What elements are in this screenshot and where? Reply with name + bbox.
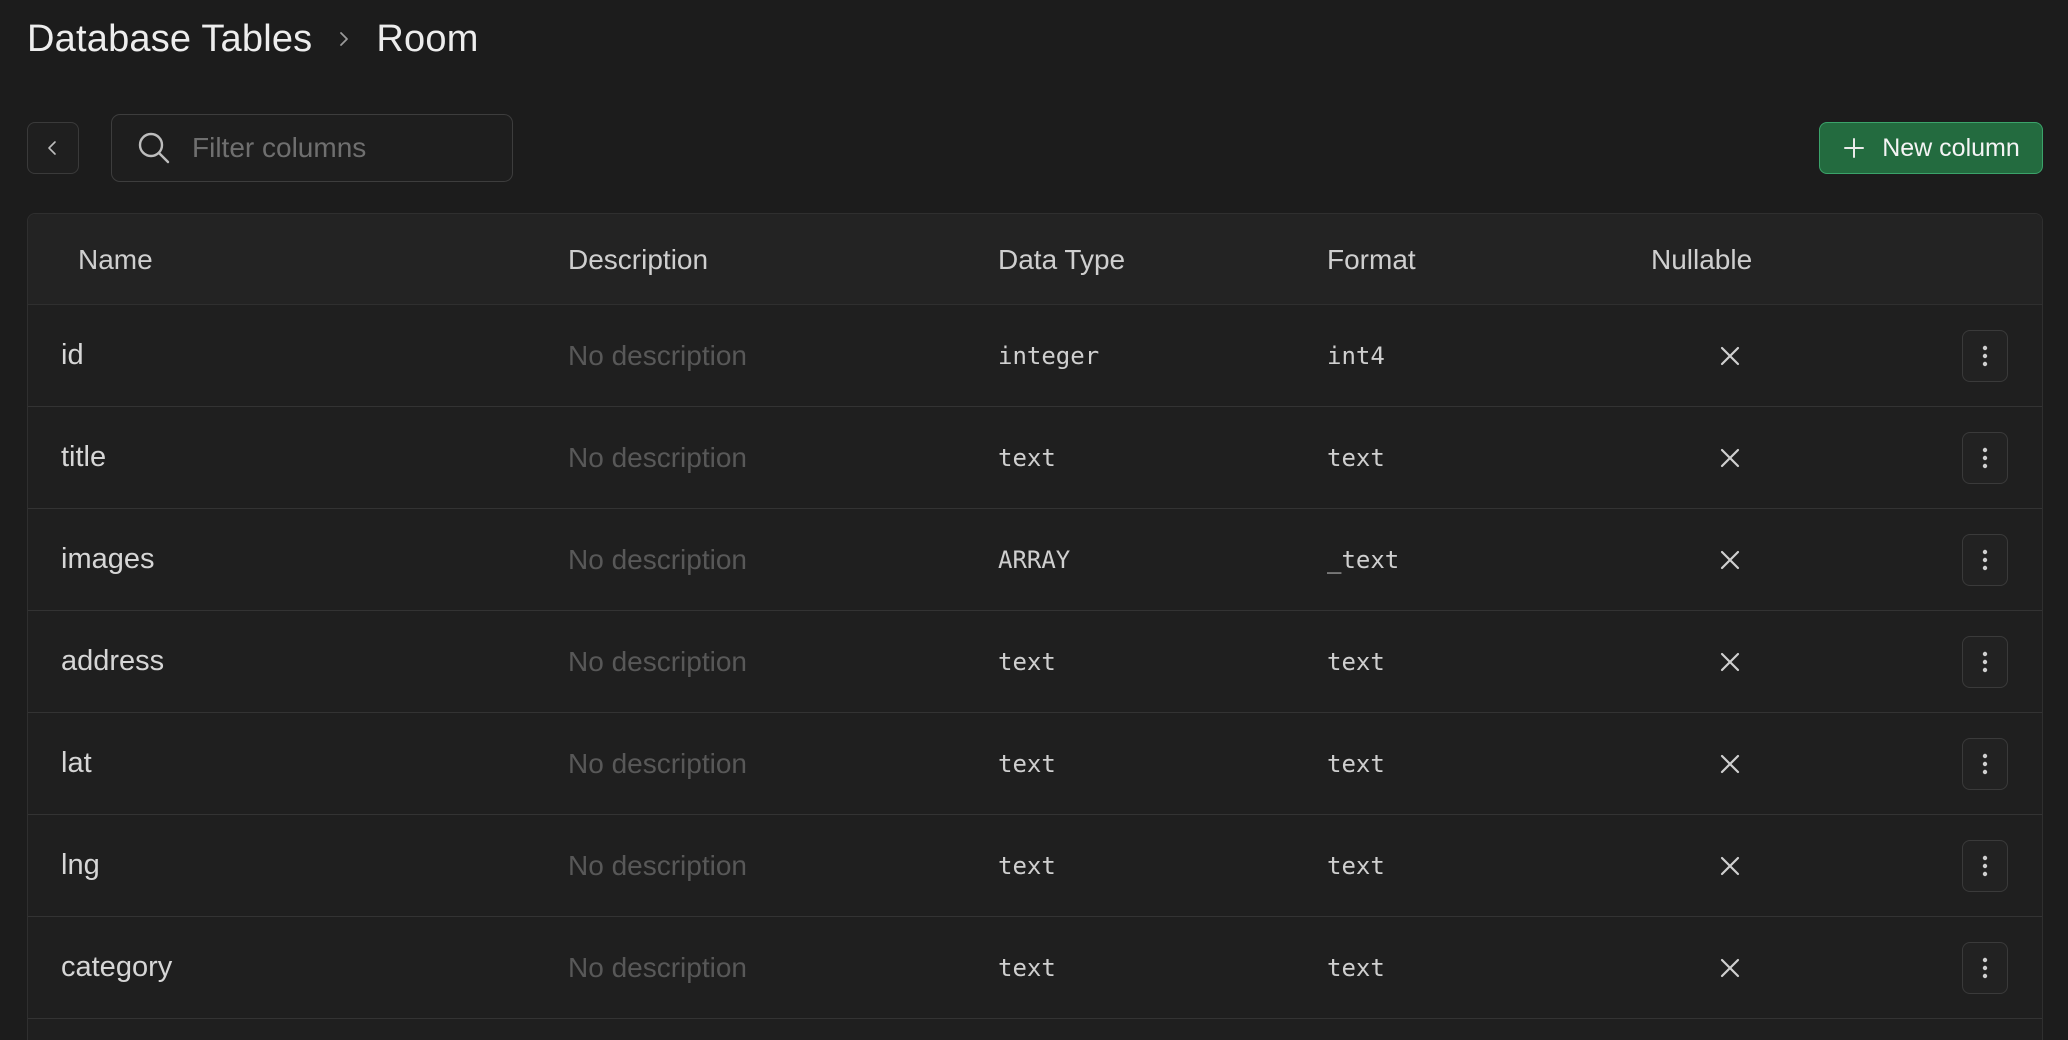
x-icon	[1690, 407, 1770, 508]
table-row[interactable]: category No description text text	[28, 917, 2042, 1019]
table-row[interactable]: title No description text text	[28, 407, 2042, 509]
filter-columns-input[interactable]	[192, 132, 492, 164]
row-actions-button[interactable]	[1962, 329, 2008, 382]
row-actions-button[interactable]	[1962, 941, 2008, 994]
row-actions-button[interactable]	[1962, 839, 2008, 892]
column-data-type: text	[998, 749, 1056, 778]
plus-icon	[1842, 136, 1866, 160]
more-vertical-icon	[1982, 957, 1988, 978]
column-description: No description	[568, 543, 747, 575]
column-name: id	[61, 339, 84, 371]
column-name: category	[61, 951, 173, 983]
back-button[interactable]	[27, 122, 79, 174]
chevron-left-icon	[44, 139, 62, 157]
x-icon	[1690, 509, 1770, 610]
column-data-type: text	[998, 953, 1056, 982]
column-description: No description	[568, 849, 747, 881]
column-data-type: text	[998, 647, 1056, 676]
more-vertical-icon	[1982, 651, 1988, 672]
new-column-button[interactable]: New column	[1819, 122, 2043, 174]
column-data-type: ARRAY	[998, 545, 1071, 574]
column-format: text	[1327, 851, 1385, 880]
row-actions-button[interactable]	[1962, 533, 2008, 586]
column-description: No description	[568, 339, 747, 371]
header-nullable: Nullable	[1651, 243, 1753, 275]
column-data-type: text	[998, 851, 1056, 880]
table-row[interactable]: id No description integer int4	[28, 305, 2042, 407]
column-format: text	[1327, 443, 1385, 472]
row-actions-button[interactable]	[1962, 635, 2008, 688]
x-icon	[1690, 305, 1770, 406]
column-name: title	[61, 441, 107, 473]
header-description: Description	[568, 243, 709, 275]
columns-table: Name Description Data Type Format Nullab…	[27, 213, 2043, 1040]
more-vertical-icon	[1982, 753, 1988, 774]
header-format: Format	[1327, 243, 1416, 275]
breadcrumb-database-tables[interactable]: Database Tables	[27, 18, 312, 61]
header-name: Name	[78, 243, 153, 275]
column-name: address	[61, 645, 165, 677]
filter-columns-field[interactable]	[111, 114, 513, 182]
table-header: Name Description Data Type Format Nullab…	[28, 214, 2042, 305]
more-vertical-icon	[1982, 549, 1988, 570]
table-columns-page: Database Tables Room New column Name Des…	[0, 0, 2068, 1040]
more-vertical-icon	[1982, 345, 1988, 366]
header-data-type: Data Type	[998, 243, 1126, 275]
search-icon	[136, 130, 172, 166]
column-format: text	[1327, 749, 1385, 778]
more-vertical-icon	[1982, 855, 1988, 876]
column-format: text	[1327, 647, 1385, 676]
column-format: text	[1327, 953, 1385, 982]
column-data-type: text	[998, 443, 1056, 472]
column-name: lat	[61, 747, 92, 779]
more-vertical-icon	[1982, 447, 1988, 468]
x-icon	[1690, 815, 1770, 916]
row-actions-button[interactable]	[1962, 737, 2008, 790]
column-description: No description	[568, 951, 747, 983]
table-row[interactable]: images No description ARRAY _text	[28, 509, 2042, 611]
column-description: No description	[568, 645, 747, 677]
breadcrumb-current-table: Room	[376, 17, 479, 60]
x-icon	[1690, 611, 1770, 712]
x-icon	[1690, 713, 1770, 814]
breadcrumb: Database Tables Room	[27, 14, 479, 64]
table-row[interactable]: lat No description text text	[28, 713, 2042, 815]
column-data-type: integer	[998, 341, 1100, 370]
chevron-right-icon	[312, 30, 376, 48]
column-name: lng	[61, 849, 100, 881]
column-format: _text	[1327, 545, 1400, 574]
column-description: No description	[568, 441, 747, 473]
table-row[interactable]: address No description text text	[28, 611, 2042, 713]
row-actions-button[interactable]	[1962, 431, 2008, 484]
table-body: id No description integer int4 title No …	[28, 305, 2042, 1019]
column-name: images	[61, 543, 155, 575]
column-description: No description	[568, 747, 747, 779]
new-column-label: New column	[1882, 133, 2020, 162]
column-format: int4	[1327, 341, 1385, 370]
table-row[interactable]: lng No description text text	[28, 815, 2042, 917]
x-icon	[1690, 917, 1770, 1018]
